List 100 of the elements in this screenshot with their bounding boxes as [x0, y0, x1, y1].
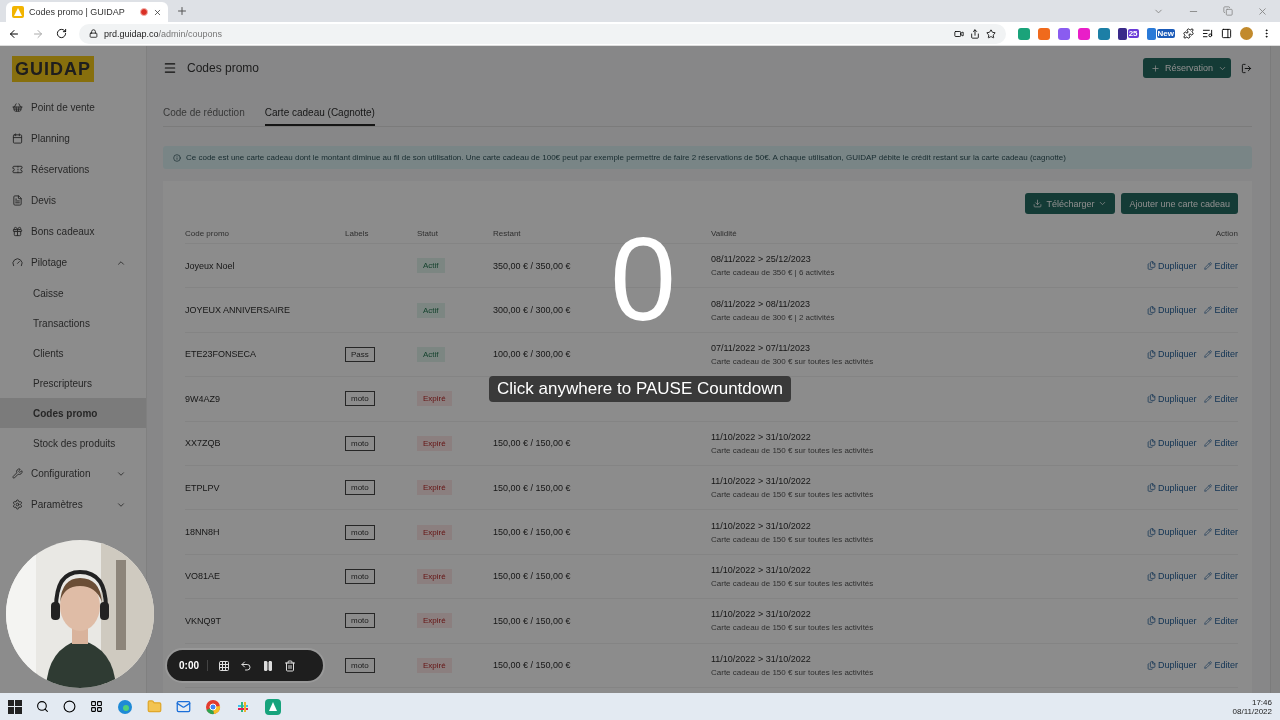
taskbar-clock[interactable]: 17:46 08/11/2022 [1232, 697, 1280, 716]
logout-icon[interactable] [1241, 62, 1252, 74]
chrome-icon[interactable] [205, 698, 221, 715]
sidebar-item[interactable]: Pilotage [0, 247, 146, 278]
remaining-cell-text: 150,00 € / 150,00 € [493, 660, 572, 671]
sidebar-item[interactable]: Devis [0, 185, 146, 216]
edit-link[interactable]: Editer [1204, 260, 1238, 271]
logo[interactable]: GUIDAP [12, 56, 94, 82]
sidebar-item[interactable]: Bons cadeaux [0, 216, 146, 247]
label-tag: moto [345, 480, 375, 496]
code-cell-text: 18NN8H [185, 527, 221, 538]
sidebar-subitem[interactable]: Codes promo [0, 398, 146, 428]
new-tab-icon[interactable] [176, 5, 188, 17]
duplicate-link[interactable]: Dupliquer [1146, 393, 1197, 404]
sidebar-item[interactable]: Réservations [0, 154, 146, 185]
menu-item-icon [12, 468, 23, 479]
validity-dates: 08/11/2022 > 25/12/2023 [711, 254, 812, 265]
sidebar-item[interactable]: Point de vente [0, 92, 146, 123]
duplicate-link[interactable]: Dupliquer [1146, 660, 1197, 671]
tab[interactable]: Code de réduction [163, 107, 245, 126]
share-icon[interactable] [969, 28, 980, 39]
edit-link[interactable]: Editer [1204, 349, 1238, 360]
edit-link[interactable]: Editer [1204, 571, 1238, 582]
sidebar-item[interactable]: Configuration [0, 458, 146, 489]
menu-item-icon [12, 257, 23, 268]
edit-link[interactable]: Editer [1204, 482, 1238, 493]
duplicate-link[interactable]: Dupliquer [1146, 482, 1197, 493]
validity-description: Carte cadeau de 150 € sur toutes les activités [711, 667, 875, 677]
sidebar-subitem[interactable]: Caisse [0, 278, 146, 308]
column-header: Action [1215, 229, 1238, 238]
duplicate-link[interactable]: Dupliquer [1146, 527, 1197, 538]
code-cell-text: VO81AE [185, 571, 222, 582]
sidebar-subitem[interactable]: Stock des produits [0, 428, 146, 458]
edit-link[interactable]: Editer [1204, 527, 1238, 538]
pencil-icon [1204, 439, 1213, 448]
copy-icon [1146, 305, 1156, 315]
grid-icon[interactable] [218, 659, 230, 672]
back-icon[interactable] [8, 27, 20, 40]
column-header: Restant [493, 229, 522, 238]
windows-icon[interactable] [8, 699, 22, 714]
mail-icon[interactable] [176, 699, 191, 714]
close-icon[interactable] [1257, 5, 1268, 17]
menu-item-icon [12, 102, 23, 113]
pause-icon[interactable] [262, 659, 274, 672]
reload-icon[interactable] [56, 28, 67, 39]
profile-avatar[interactable] [1240, 27, 1253, 40]
duplicate-link[interactable]: Dupliquer [1146, 349, 1197, 360]
sidebar-item[interactable]: Paramètres [0, 489, 146, 520]
address-bar[interactable]: prd.guidap.co/admin/coupons [79, 23, 1006, 44]
edit-link[interactable]: Editer [1204, 393, 1238, 404]
camera-icon[interactable] [953, 28, 964, 39]
caret-icon [1098, 199, 1108, 208]
sidebar-item[interactable]: Planning [0, 123, 146, 154]
sidebar-subitem[interactable]: Clients [0, 338, 146, 368]
validity-dates: 11/10/2022 > 31/10/2022 [711, 476, 812, 487]
close-icon[interactable] [153, 7, 162, 17]
validity-description: Carte cadeau de 150 € sur toutes les activités [711, 578, 875, 588]
sidebar-subitem[interactable]: Transactions [0, 308, 146, 338]
extension-icon[interactable] [1117, 27, 1127, 40]
task-view-icon[interactable] [90, 700, 103, 713]
edit-link[interactable]: Editer [1204, 305, 1238, 316]
code-cell-text: 9W4AZ9 [185, 393, 221, 404]
undo-icon[interactable] [240, 659, 252, 672]
info-text: Ce code est une carte cadeau dont le montant diminue au fil de son utilisation. Une carte cadeau de 100€ peut par exemple permettre de faire 2 réservations de 50€. A chaque utilisation, GUIDAP débite le crédit restant sur la carte cadeau (cagnotte) [186, 153, 1066, 162]
sidebar-subitem[interactable]: Prescripteurs [0, 368, 146, 398]
validity-dates: 11/10/2022 > 31/10/2022 [711, 431, 812, 442]
duplicate-link[interactable]: Dupliquer [1146, 438, 1197, 449]
duplicate-link[interactable]: Dupliquer [1146, 571, 1197, 582]
add-gift-card-button[interactable]: Ajouter une carte cadeau [1121, 193, 1238, 214]
edge-browser-icon[interactable] [117, 698, 133, 715]
side-panel-icon[interactable] [1221, 28, 1232, 39]
bookmark-star-icon[interactable] [985, 28, 996, 39]
label-tag: Pass [345, 346, 375, 362]
remaining-cell-text: 100,00 € / 300,00 € [493, 349, 572, 360]
menu-icon[interactable] [163, 61, 177, 75]
edit-link[interactable]: Editer [1204, 438, 1238, 449]
tab[interactable]: Carte cadeau (Cagnotte) [264, 107, 375, 126]
duplicate-link[interactable]: Dupliquer [1146, 615, 1197, 626]
menu-item-icon [12, 499, 23, 510]
extensions-icon[interactable] [1183, 28, 1194, 39]
duplicate-link[interactable]: Dupliquer [1146, 260, 1197, 271]
label-tag: moto [345, 657, 375, 673]
pencil-icon [1204, 306, 1213, 315]
lock-icon [89, 29, 98, 38]
edit-link[interactable]: Editer [1204, 615, 1238, 626]
cortana-icon[interactable] [63, 700, 76, 713]
edit-link[interactable]: Editer [1204, 660, 1238, 671]
status-badge: Expiré [417, 568, 452, 584]
download-button[interactable]: Télécharger [1025, 193, 1116, 214]
reservation-button[interactable]: Réservation [1142, 58, 1231, 78]
copy-icon [1146, 394, 1156, 404]
media-icon[interactable] [1202, 28, 1213, 39]
search-icon[interactable] [36, 700, 49, 713]
duplicate-link[interactable]: Dupliquer [1146, 305, 1197, 316]
validity-dates: 07/11/2022 > 07/11/2023 [711, 342, 811, 353]
browser-tab[interactable]: Codes promo | GUIDAP [6, 2, 168, 22]
app-icon[interactable] [265, 698, 281, 715]
delete-icon[interactable] [284, 659, 296, 672]
scrollbar[interactable] [1270, 46, 1280, 693]
label-tag: moto [345, 391, 375, 407]
